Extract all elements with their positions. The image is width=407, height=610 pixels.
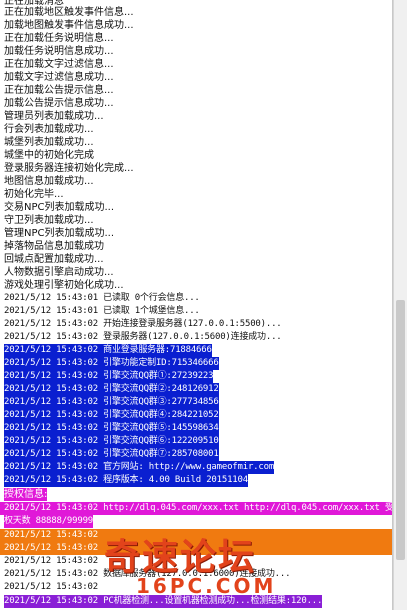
- log-line-highlighted: 2021/5/12 15:43:02 引擎交流QQ群③:277734856: [4, 396, 219, 409]
- log-line: 加载公告提示信息成功...: [4, 98, 114, 109]
- log-line: 初始化完毕...: [4, 189, 64, 200]
- log-line-highlighted: 2021/5/12 15:43:02 引擎交流QQ群⑤:145598634: [4, 422, 219, 435]
- log-line-highlighted: 2021/5/12 15:43:02 官方网站: http://www.game…: [4, 461, 275, 474]
- log-line: 守卫列表加载成功...: [4, 215, 94, 226]
- log-line-highlighted: 2021/5/12 15:43:02 商业登录服务器:71884666: [4, 344, 212, 357]
- log-line-highlighted: 2021/5/12 15:43:02: [0, 542, 392, 555]
- log-line: 地图信息加载成功...: [4, 176, 94, 187]
- log-line: 游戏处理引擎初始化成功...: [4, 280, 124, 291]
- log-line-highlighted: 2021/5/12 15:43:02 引擎交流QQ群②:248126912: [4, 383, 219, 396]
- server-log-console[interactable]: 正在加载消息 正在加载地区触发事件信息... 加载地图触发事件信息成功... 正…: [0, 0, 393, 610]
- log-line: 交易NPC列表加载成功...: [4, 202, 115, 213]
- log-line: 加载任务说明信息成功...: [4, 46, 114, 57]
- log-line-highlighted: 2021/5/12 15:43:02 程序版本: 4.00 Build 2015…: [4, 474, 248, 487]
- log-line: 城堡中的初始化完成: [4, 150, 94, 161]
- log-line: 2021/5/12 15:43:01 已读取 1个城堡信息...: [4, 306, 200, 316]
- log-line: 管理员列表加载成功...: [4, 111, 104, 122]
- log-line-highlighted: 2021/5/12 15:43:02 引擎交流QQ群④:284221052: [4, 409, 219, 422]
- log-line: 2021/5/12 15:43:02 登录服务器(127.0.0.1:5600)…: [4, 332, 282, 342]
- log-line: 加载文字过滤信息成功...: [4, 72, 114, 83]
- log-line: 2021/5/12 15:43:02: [4, 556, 98, 566]
- log-line: 正在加载任务说明信息...: [4, 33, 114, 44]
- log-line: 2021/5/12 15:43:02 开始连接登录服务器(127.0.0.1:5…: [4, 319, 282, 329]
- log-line: 2021/5/12 15:43:02 数据库服务器(127.0.0.1:6000…: [4, 569, 291, 579]
- log-line-highlighted: 授权信息:: [4, 488, 48, 501]
- log-line-highlighted: 2021/5/12 15:43:02 引擎交流QQ群⑦:285708001: [4, 448, 219, 461]
- log-line-highlighted: 2021/5/12 15:43:02 引擎功能定制ID:715346666: [4, 357, 219, 370]
- log-line-highlighted: 2021/5/12 15:43:02: [0, 529, 392, 542]
- log-line-highlighted: 权天数 88888/99999: [4, 515, 94, 528]
- log-line: 行会列表加载成功...: [4, 124, 94, 135]
- log-line-highlighted: 2021/5/12 15:43:02 引擎交流QQ群⑥:122209510: [4, 435, 219, 448]
- log-line: 人物数据引擎启动成功...: [4, 267, 114, 278]
- log-line: 2021/5/12 15:43:01 已读取 0个行会信息...: [4, 293, 200, 303]
- log-line: 回城点配置加载成功...: [4, 254, 104, 265]
- log-line: 正在加载文字过滤信息...: [4, 59, 114, 70]
- log-line: 正在加载地区触发事件信息...: [4, 7, 134, 18]
- scroll-thumb[interactable]: [396, 300, 405, 560]
- log-line: 管理NPC列表加载成功...: [4, 228, 115, 239]
- log-line: 掉落物品信息加载成功: [4, 241, 104, 252]
- vertical-scrollbar[interactable]: [393, 0, 407, 610]
- log-line: 城堡列表加载成功...: [4, 137, 94, 148]
- log-line: 登录服务器连接初始化完成...: [4, 163, 134, 174]
- log-line-highlighted: 2021/5/12 15:43:02 引擎交流QQ群①:27239223: [4, 370, 214, 383]
- log-line: 加载地图触发事件信息成功...: [4, 20, 134, 31]
- log-line: 2021/5/12 15:43:02: [4, 582, 98, 592]
- log-line: 正在加载公告提示信息...: [4, 85, 114, 96]
- log-line-highlighted: 2021/5/12 15:43:02 http://dlq.045.com/xx…: [0, 502, 392, 515]
- log-line-highlighted: 2021/5/12 15:43:02 PC机器检测...设置机器检测成功...检…: [4, 595, 323, 608]
